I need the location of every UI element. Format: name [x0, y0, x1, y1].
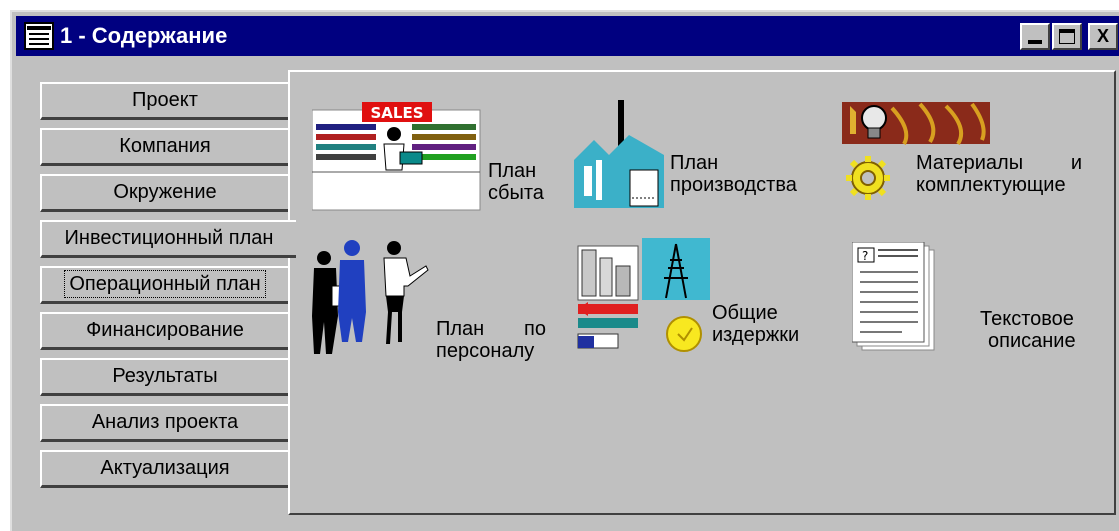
- materials-line1: Материалы и: [916, 152, 1082, 174]
- overhead-costs-icon: [577, 238, 710, 352]
- tab-project[interactable]: Проект: [40, 82, 290, 120]
- tab-company[interactable]: Компания: [40, 128, 290, 166]
- window-menu-icon[interactable]: [24, 22, 54, 50]
- tab-label: Анализ проекта: [91, 411, 239, 433]
- tab-label: Инвестиционный план: [64, 227, 274, 249]
- window-title: 1 - Содержание: [60, 23, 228, 48]
- tab-operational-plan[interactable]: Операционный план: [40, 266, 290, 304]
- text-description-line1: Текстовое: [980, 308, 1074, 330]
- people-icon: [312, 240, 429, 354]
- tab-project-analysis[interactable]: Анализ проекта: [40, 404, 290, 442]
- personnel-plan-line1: План по: [436, 318, 546, 340]
- tab-investment-plan[interactable]: Инвестиционный план: [40, 220, 296, 258]
- tab-label: Финансирование: [86, 319, 244, 341]
- sales-sign-text: SALES: [370, 104, 423, 122]
- materials-line2: комплектующие: [916, 174, 1066, 196]
- content-panel: SALES План сбыта План производства Матер…: [288, 70, 1116, 515]
- overhead-item[interactable]: Общие издержки: [574, 238, 824, 368]
- production-plan-line2: производства: [670, 174, 797, 196]
- overhead-line1: Общие: [712, 302, 778, 324]
- document-icon: ?: [852, 242, 935, 351]
- tab-label: Окружение: [113, 181, 217, 203]
- text-description-item[interactable]: ? Текстовое описание: [852, 242, 1112, 372]
- close-button[interactable]: X: [1088, 23, 1118, 50]
- tab-results[interactable]: Результаты: [40, 358, 290, 396]
- materials-item[interactable]: Материалы и комплектующие: [842, 100, 1112, 220]
- tab-label: Проект: [132, 89, 198, 111]
- tab-financing[interactable]: Финансирование: [40, 312, 290, 350]
- overhead-line2: издержки: [712, 324, 800, 346]
- sales-icon: SALES: [312, 102, 481, 211]
- maximize-icon: [1059, 29, 1075, 44]
- production-plan-line1: План: [670, 152, 719, 174]
- sales-plan-item[interactable]: SALES План сбыта: [312, 102, 572, 222]
- close-icon: X: [1096, 26, 1109, 46]
- tab-label: Операционный план: [64, 270, 266, 298]
- materials-word2: и: [1070, 152, 1082, 174]
- personnel-word2: по: [524, 318, 546, 340]
- sales-plan-line2: сбыта: [488, 182, 544, 204]
- factory-icon: [574, 100, 664, 208]
- minimize-button[interactable]: [1020, 23, 1050, 50]
- text-description-line2: описание: [988, 330, 1076, 352]
- maximize-button[interactable]: [1052, 23, 1082, 50]
- minimize-icon: [1028, 40, 1042, 44]
- production-plan-item[interactable]: План производства: [574, 100, 824, 220]
- tab-environment[interactable]: Окружение: [40, 174, 290, 212]
- svg-text:?: ?: [862, 249, 868, 263]
- sales-plan-line1: План: [488, 160, 537, 182]
- contents-window: 1 - Содержание X Проект Компания Окружен…: [10, 10, 1119, 531]
- tab-label: Компания: [119, 135, 211, 157]
- personnel-word1: План: [436, 318, 485, 340]
- materials-word1: Материалы: [916, 152, 1024, 174]
- tab-actualization[interactable]: Актуализация: [40, 450, 290, 488]
- personnel-plan-line2: персоналу: [436, 340, 535, 362]
- personnel-plan-item[interactable]: План по персоналу: [310, 236, 560, 366]
- tab-label: Результаты: [112, 365, 218, 387]
- tab-label: Актуализация: [100, 457, 230, 479]
- title-bar[interactable]: 1 - Содержание X: [16, 16, 1119, 56]
